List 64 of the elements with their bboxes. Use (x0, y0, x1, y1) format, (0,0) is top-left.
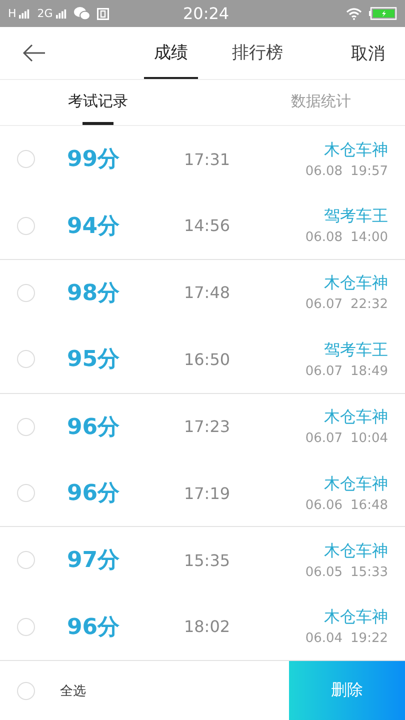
radio-button[interactable] (17, 284, 35, 302)
duration-text: 17:19 (182, 484, 232, 503)
date-text: 06.04 (305, 631, 343, 646)
radio-button[interactable] (17, 150, 35, 168)
score-text: 96分 (67, 414, 121, 442)
date-text: 06.08 (305, 230, 343, 246)
date-text: 06.07 (305, 297, 343, 312)
radio-button[interactable] (17, 418, 35, 436)
duration-text: 17:48 (182, 283, 232, 302)
player-name: 木仓车神 (324, 273, 388, 294)
battery-icon (369, 7, 397, 20)
select-all-label[interactable]: 全选 (60, 682, 86, 700)
square-icon (96, 8, 109, 20)
wifi-icon (346, 8, 362, 20)
player-name: 木仓车神 (324, 607, 388, 628)
duration-text: 15:35 (182, 550, 232, 570)
time-text: 19:57 (350, 164, 388, 179)
back-arrow-icon[interactable] (22, 44, 46, 62)
duration-text: 18:02 (182, 617, 232, 636)
score-text: 96分 (67, 614, 121, 642)
clock: 20:24 (183, 4, 230, 23)
tab[interactable]: 成绩 (144, 27, 198, 79)
score-text: 98分 (67, 280, 121, 308)
cancel-button[interactable]: 取消 (351, 42, 385, 64)
radio-button[interactable] (17, 216, 35, 235)
time-text: 22:32 (350, 297, 388, 312)
time-text: 18:49 (350, 364, 388, 379)
signal-icon (19, 8, 30, 18)
duration-text: 17:23 (182, 417, 232, 436)
time-text: 15:33 (350, 564, 388, 580)
date-text: 06.07 (305, 431, 343, 446)
date-text: 06.07 (305, 364, 343, 379)
network-label: H (8, 7, 16, 20)
time-text: 10:04 (350, 431, 388, 446)
player-name: 驾考车王 (324, 340, 388, 361)
time-text: 16:48 (350, 498, 388, 513)
score-text: 99分 (67, 146, 121, 174)
chat-bubbles-icon (74, 7, 90, 20)
date-text: 06.06 (305, 498, 343, 513)
date-text: 06.08 (305, 164, 343, 179)
player-name: 木仓车神 (324, 474, 388, 495)
score-text: 96分 (67, 480, 121, 508)
score-text: 95分 (67, 346, 121, 374)
radio-button[interactable] (17, 551, 35, 570)
select-all-radio[interactable] (17, 682, 35, 700)
radio-button[interactable] (17, 350, 35, 368)
time-text: 19:22 (350, 631, 388, 646)
player-name: 木仓车神 (324, 140, 388, 161)
tab[interactable]: 考试记录 (68, 80, 128, 125)
score-text: 97分 (67, 547, 121, 576)
date-text: 06.05 (305, 564, 343, 580)
time-text: 14:00 (350, 230, 388, 246)
radio-button[interactable] (17, 618, 35, 636)
player-name: 木仓车神 (324, 407, 388, 428)
signal-icon (56, 8, 67, 18)
duration-text: 17:31 (182, 150, 232, 169)
player-name: 木仓车神 (324, 540, 388, 562)
tab[interactable]: 排行榜 (222, 27, 293, 79)
network-label: 2G (37, 7, 53, 20)
radio-button[interactable] (17, 484, 35, 502)
score-text: 94分 (67, 212, 121, 241)
player-name: 驾考车王 (324, 206, 388, 228)
duration-text: 14:56 (182, 216, 232, 236)
duration-text: 16:50 (182, 350, 232, 369)
